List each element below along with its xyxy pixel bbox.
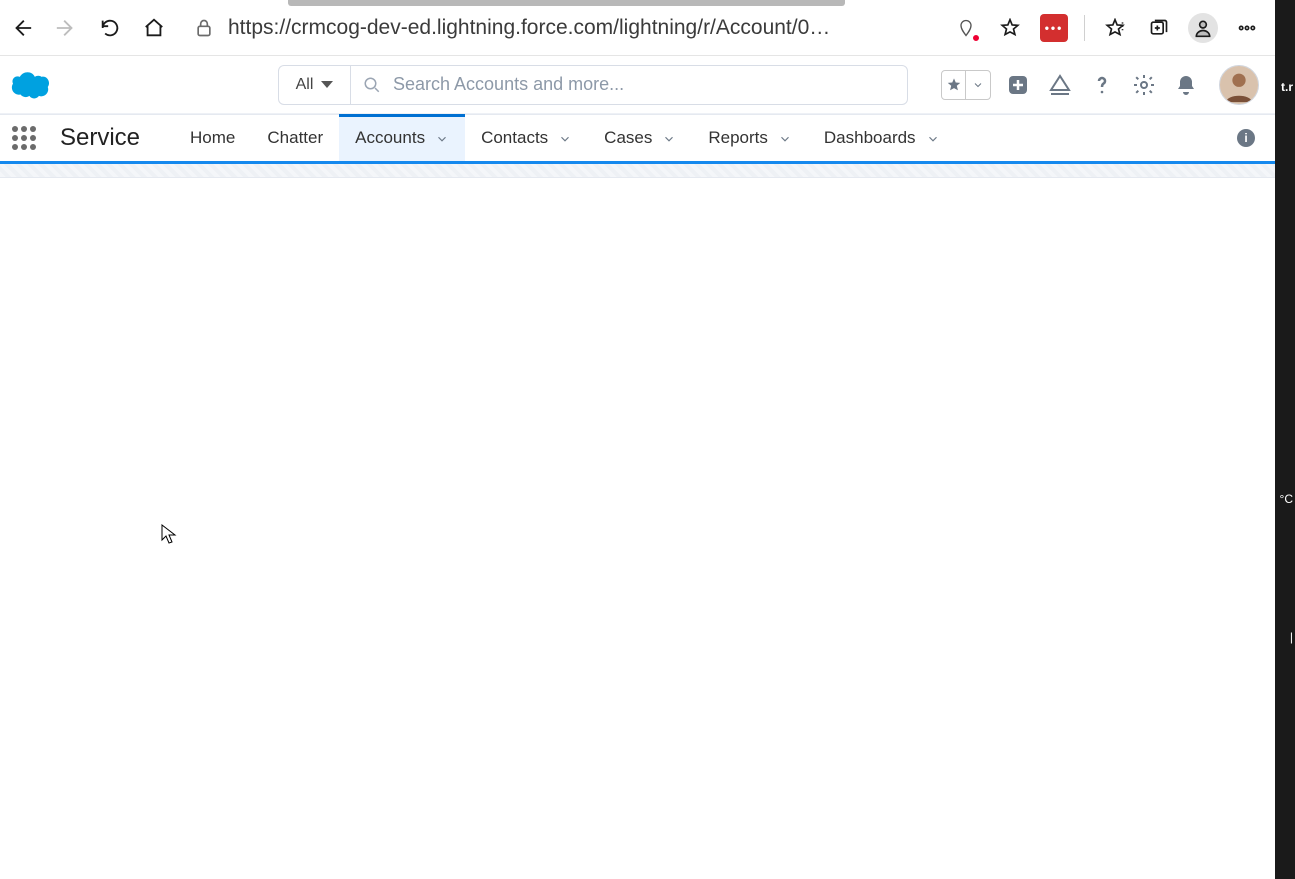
global-search: All (278, 65, 908, 105)
tab-reports[interactable]: Reports (692, 115, 808, 161)
chevron-down-icon[interactable] (778, 131, 792, 145)
toolbar-divider (1084, 15, 1085, 41)
notification-dot-icon (972, 34, 980, 42)
cursor-icon (161, 524, 177, 544)
tab-chatter[interactable]: Chatter (251, 115, 339, 161)
tab-label: Chatter (267, 128, 323, 148)
user-avatar[interactable] (1219, 65, 1259, 105)
search-scope-dropdown[interactable]: All (279, 66, 351, 104)
refresh-button[interactable] (90, 8, 130, 48)
header-actions (941, 65, 1259, 105)
guidance-center-button[interactable] (1045, 70, 1075, 100)
back-button[interactable] (2, 8, 42, 48)
tab-label: Cases (604, 128, 652, 148)
search-icon (363, 76, 381, 94)
nav-bar: Service Home Chatter Accounts Contacts Cases… (0, 114, 1275, 164)
tab-home[interactable]: Home (174, 115, 251, 161)
edge-text-2: °C (1280, 492, 1293, 506)
search-input[interactable] (393, 74, 895, 95)
url-text: https://crmcog-dev-ed.lightning.force.co… (228, 16, 830, 40)
favorites-split-button[interactable] (941, 70, 991, 100)
tab-contacts[interactable]: Contacts (465, 115, 588, 161)
edge-text-1: t.r (1281, 80, 1293, 94)
app-header: All (0, 56, 1275, 114)
chevron-down-icon[interactable] (435, 131, 449, 145)
tab-label: Dashboards (824, 128, 916, 148)
page-content (0, 178, 1275, 879)
profile-button[interactable] (1183, 8, 1223, 48)
global-actions-button[interactable] (1003, 70, 1033, 100)
tab-dashboards[interactable]: Dashboards (808, 115, 956, 161)
help-button[interactable] (1087, 70, 1117, 100)
tracking-prevention-button[interactable] (946, 8, 986, 48)
salesforce-logo[interactable] (6, 70, 50, 100)
star-icon (942, 71, 966, 99)
info-badge[interactable]: i (1237, 129, 1255, 147)
tab-strip-shadow (288, 0, 845, 6)
tab-label: Home (190, 128, 235, 148)
tab-label: Accounts (355, 128, 425, 148)
chevron-down-icon[interactable] (926, 131, 940, 145)
notifications-button[interactable] (1171, 70, 1201, 100)
favorites-button[interactable] (1095, 8, 1135, 48)
lock-icon (194, 18, 214, 38)
address-bar[interactable]: https://crmcog-dev-ed.lightning.force.co… (182, 10, 938, 46)
extension-lastpass[interactable]: ••• (1034, 8, 1074, 48)
nav-tabs: Home Chatter Accounts Contacts Cases Reports D… (174, 115, 956, 161)
caret-down-icon (966, 71, 990, 99)
tab-label: Contacts (481, 128, 548, 148)
app-launcher-button[interactable] (10, 124, 38, 152)
tab-label: Reports (708, 128, 768, 148)
extension-icon: ••• (1040, 14, 1068, 42)
page-header-strip (0, 164, 1275, 178)
secondary-monitor-edge: t.r °C | (1275, 0, 1295, 879)
setup-button[interactable] (1129, 70, 1159, 100)
search-scope-label: All (296, 76, 314, 94)
forward-button[interactable] (46, 8, 86, 48)
app-name: Service (60, 124, 140, 152)
home-button[interactable] (134, 8, 174, 48)
more-button[interactable] (1227, 8, 1267, 48)
tab-cases[interactable]: Cases (588, 115, 692, 161)
collections-button[interactable] (1139, 8, 1179, 48)
caret-down-icon (321, 81, 333, 88)
search-input-wrap (351, 74, 907, 95)
chevron-down-icon[interactable] (558, 131, 572, 145)
edge-text-3: | (1290, 630, 1293, 644)
browser-toolbar: https://crmcog-dev-ed.lightning.force.co… (0, 0, 1275, 56)
chevron-down-icon[interactable] (662, 131, 676, 145)
tab-accounts[interactable]: Accounts (339, 115, 465, 161)
add-favorite-button[interactable] (990, 8, 1030, 48)
profile-avatar-icon (1188, 13, 1218, 43)
